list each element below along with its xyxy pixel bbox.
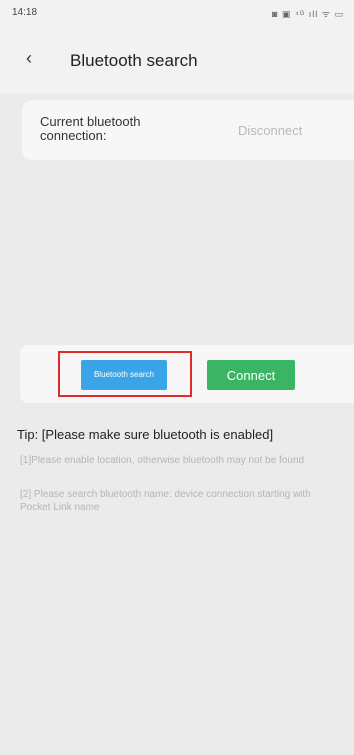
status-icons: ◙ ▣ ⁴ᴳ ıll ᯤ ▭ <box>272 9 344 19</box>
back-button[interactable]: ‹ <box>26 48 32 69</box>
status-time: 14:18 <box>12 7 38 18</box>
tip-line: [1]Please enable location, otherwise blu… <box>20 455 305 466</box>
tip-title: Tip: [Please make sure bluetooth is enab… <box>17 427 274 442</box>
tip-line: [2] Please search bluetooth name: device… <box>20 489 311 513</box>
bluetooth-search-button[interactable]: Bluetooth search <box>81 360 167 390</box>
status-bar: 14:18 ◙ ▣ ⁴ᴳ ıll ᯤ ▭ <box>0 0 354 26</box>
connect-button[interactable]: Connect <box>207 360 295 390</box>
connection-status: Disconnect <box>238 123 303 138</box>
connection-label: Current bluetooth connection: <box>40 114 141 143</box>
header: ‹ Bluetooth search <box>0 26 354 94</box>
connection-card: Current bluetooth connection: Disconnect <box>22 100 354 160</box>
page-title: Bluetooth search <box>70 51 198 70</box>
